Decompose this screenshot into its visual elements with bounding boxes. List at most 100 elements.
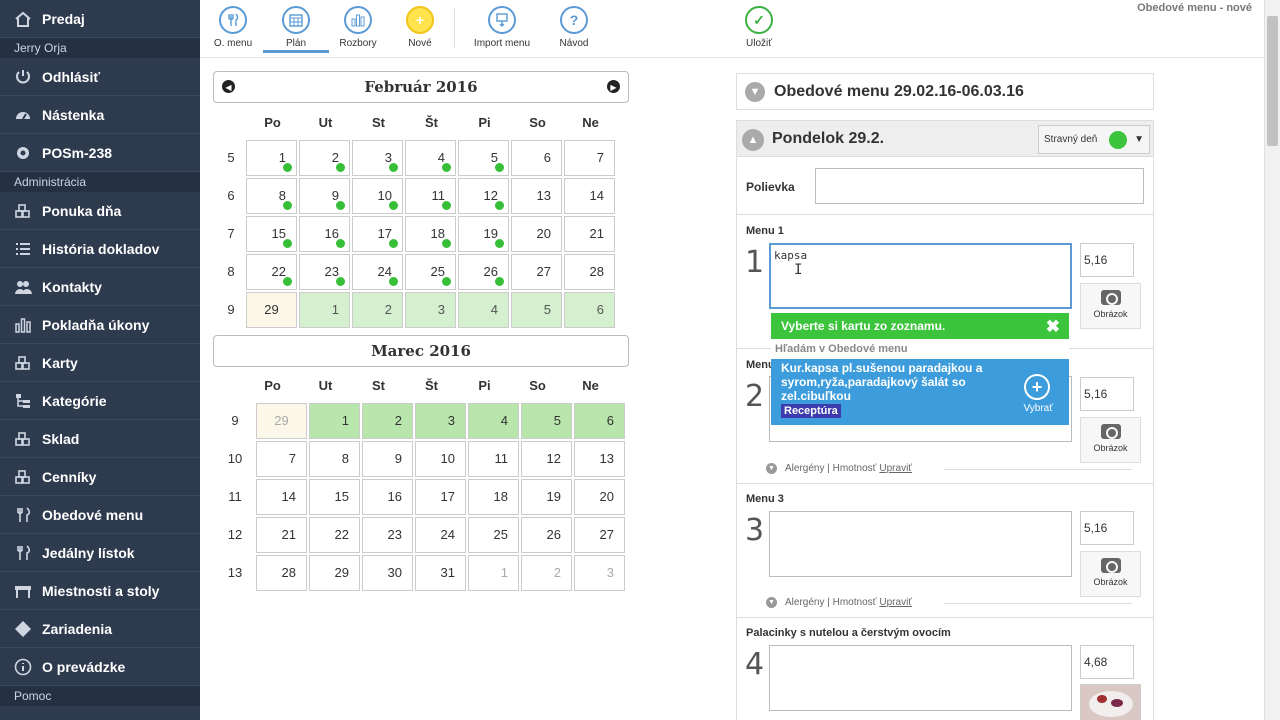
calendar-day[interactable]: 25: [468, 517, 519, 553]
calendar-day[interactable]: 26: [458, 254, 509, 290]
calendar-day[interactable]: 2: [521, 555, 572, 591]
day-type-select[interactable]: Stravný deň ▼: [1038, 125, 1150, 154]
calendar-day[interactable]: 12: [458, 178, 509, 214]
dropdown-result-item[interactable]: Kur.kapsa pl.sušenou paradajkou a syrom,…: [771, 359, 1069, 425]
calendar-day[interactable]: 4: [468, 403, 519, 439]
calendar-day[interactable]: 22: [309, 517, 360, 553]
menu1-input[interactable]: kapsa: [769, 243, 1072, 309]
menu3-allergens[interactable]: ▼ Alergény | Hmotnosť Upraviť: [766, 597, 912, 608]
calendar-day[interactable]: 1: [468, 555, 519, 591]
calendar-day[interactable]: 18: [468, 479, 519, 515]
calendar-day[interactable]: 11: [405, 178, 456, 214]
sidebar-item-obedov-menu[interactable]: Obedové menu: [0, 496, 200, 534]
chevron-up-icon[interactable]: ▲: [742, 129, 764, 151]
calendar-day[interactable]: 10: [415, 441, 466, 477]
sidebar-item-kontakty[interactable]: Kontakty: [0, 268, 200, 306]
calendar-day[interactable]: 16: [299, 216, 350, 252]
sidebar-item-poklad-a-kony[interactable]: Pokladňa úkony: [0, 306, 200, 344]
calendar-day[interactable]: 20: [574, 479, 625, 515]
calendar-day[interactable]: 17: [352, 216, 403, 252]
menu3-photo-button[interactable]: Obrázok: [1080, 551, 1141, 597]
sidebar-item-ponuka-d-a[interactable]: Ponuka dňa: [0, 192, 200, 230]
scrollbar[interactable]: [1264, 0, 1280, 720]
menu2-allergens[interactable]: ▼ Alergény | Hmotnosť Upraviť: [766, 463, 912, 474]
calendar-day[interactable]: 9: [299, 178, 350, 214]
calendar-day[interactable]: 22: [246, 254, 297, 290]
calendar-day[interactable]: 28: [256, 555, 307, 591]
sidebar-item-cenn-ky[interactable]: Cenníky: [0, 458, 200, 496]
calendar-day[interactable]: 29: [246, 292, 297, 328]
calendar-day[interactable]: 2: [352, 292, 403, 328]
calendar-day[interactable]: 11: [468, 441, 519, 477]
select-label[interactable]: Vybrať: [1023, 403, 1053, 414]
sidebar-item-jed-lny-l-stok[interactable]: Jedálny lístok: [0, 534, 200, 572]
menu3-price[interactable]: 5,16: [1080, 511, 1134, 545]
sidebar-item-zariadenia[interactable]: Zariadenia: [0, 610, 200, 648]
sidebar-item-predaj[interactable]: Predaj: [0, 0, 200, 38]
calendar-day[interactable]: 9: [362, 441, 413, 477]
calendar-day[interactable]: 13: [511, 178, 562, 214]
calendar-day[interactable]: 7: [256, 441, 307, 477]
calendar-day[interactable]: 6: [511, 140, 562, 176]
ulozit-button[interactable]: ✓ Uložiť: [726, 6, 792, 49]
menu4-price[interactable]: 4,68: [1080, 645, 1134, 679]
next-month-button[interactable]: ▶: [607, 80, 620, 93]
edit-link[interactable]: Upraviť: [879, 463, 912, 474]
calendar-day[interactable]: 24: [415, 517, 466, 553]
omenu-button[interactable]: O. menu: [200, 6, 266, 49]
calendar-day[interactable]: 19: [458, 216, 509, 252]
calendar-day[interactable]: 13: [574, 441, 625, 477]
import-menu-button[interactable]: Import menu: [469, 6, 535, 49]
calendar-day[interactable]: 3: [405, 292, 456, 328]
calendar-day[interactable]: 30: [362, 555, 413, 591]
calendar-day[interactable]: 2: [299, 140, 350, 176]
calendar-day[interactable]: 12: [521, 441, 572, 477]
calendar-day[interactable]: 5: [458, 140, 509, 176]
sidebar-item-n-stenka[interactable]: Nástenka: [0, 96, 200, 134]
calendar-day[interactable]: 29: [256, 403, 307, 439]
calendar-day[interactable]: 15: [246, 216, 297, 252]
calendar-day[interactable]: 14: [564, 178, 615, 214]
sidebar-item-karty[interactable]: Karty: [0, 344, 200, 382]
calendar-day[interactable]: 26: [521, 517, 572, 553]
sidebar-item-hist-ria-dokladov[interactable]: História dokladov: [0, 230, 200, 268]
calendar-day[interactable]: 28: [564, 254, 615, 290]
menu1-photo-button[interactable]: Obrázok: [1080, 283, 1141, 329]
prev-month-button[interactable]: ◀: [222, 80, 235, 93]
calendar-day[interactable]: 6: [564, 292, 615, 328]
edit-link[interactable]: Upraviť: [879, 597, 912, 608]
calendar-day[interactable]: 2: [362, 403, 413, 439]
calendar-day[interactable]: 27: [511, 254, 562, 290]
calendar-day[interactable]: 4: [458, 292, 509, 328]
sidebar-item-posm-238[interactable]: POSm-238: [0, 134, 200, 172]
rozbory-button[interactable]: Rozbory: [325, 6, 391, 49]
calendar-day[interactable]: 20: [511, 216, 562, 252]
menu1-price[interactable]: 5,16: [1080, 243, 1134, 277]
menu-week-header[interactable]: ▼ Obedové menu 29.02.16-06.03.16: [736, 73, 1154, 110]
plan-button[interactable]: Plán: [263, 6, 329, 53]
calendar-day[interactable]: 18: [405, 216, 456, 252]
calendar-day[interactable]: 27: [574, 517, 625, 553]
calendar-day[interactable]: 25: [405, 254, 456, 290]
sidebar-item-o-prev-dzke[interactable]: O prevádzke: [0, 648, 200, 686]
sidebar-item-odhl-si-[interactable]: Odhlásiť: [0, 58, 200, 96]
menu2-photo-button[interactable]: Obrázok: [1080, 417, 1141, 463]
calendar-day[interactable]: 1: [309, 403, 360, 439]
sidebar-item-kateg-rie[interactable]: Kategórie: [0, 382, 200, 420]
calendar-day[interactable]: 3: [415, 403, 466, 439]
calendar-day[interactable]: 17: [415, 479, 466, 515]
menu3-input[interactable]: [769, 511, 1072, 577]
calendar-day[interactable]: 10: [352, 178, 403, 214]
calendar-day[interactable]: 3: [574, 555, 625, 591]
nove-button[interactable]: + Nové: [387, 6, 453, 49]
calendar-day[interactable]: 1: [246, 140, 297, 176]
menu4-photo[interactable]: [1080, 684, 1141, 720]
calendar-day[interactable]: 24: [352, 254, 403, 290]
calendar-day[interactable]: 19: [521, 479, 572, 515]
calendar-day[interactable]: 21: [256, 517, 307, 553]
calendar-day[interactable]: 15: [309, 479, 360, 515]
calendar-day[interactable]: 16: [362, 479, 413, 515]
menu2-price[interactable]: 5,16: [1080, 377, 1134, 411]
calendar-day[interactable]: 5: [521, 403, 572, 439]
soup-input[interactable]: [815, 168, 1144, 204]
